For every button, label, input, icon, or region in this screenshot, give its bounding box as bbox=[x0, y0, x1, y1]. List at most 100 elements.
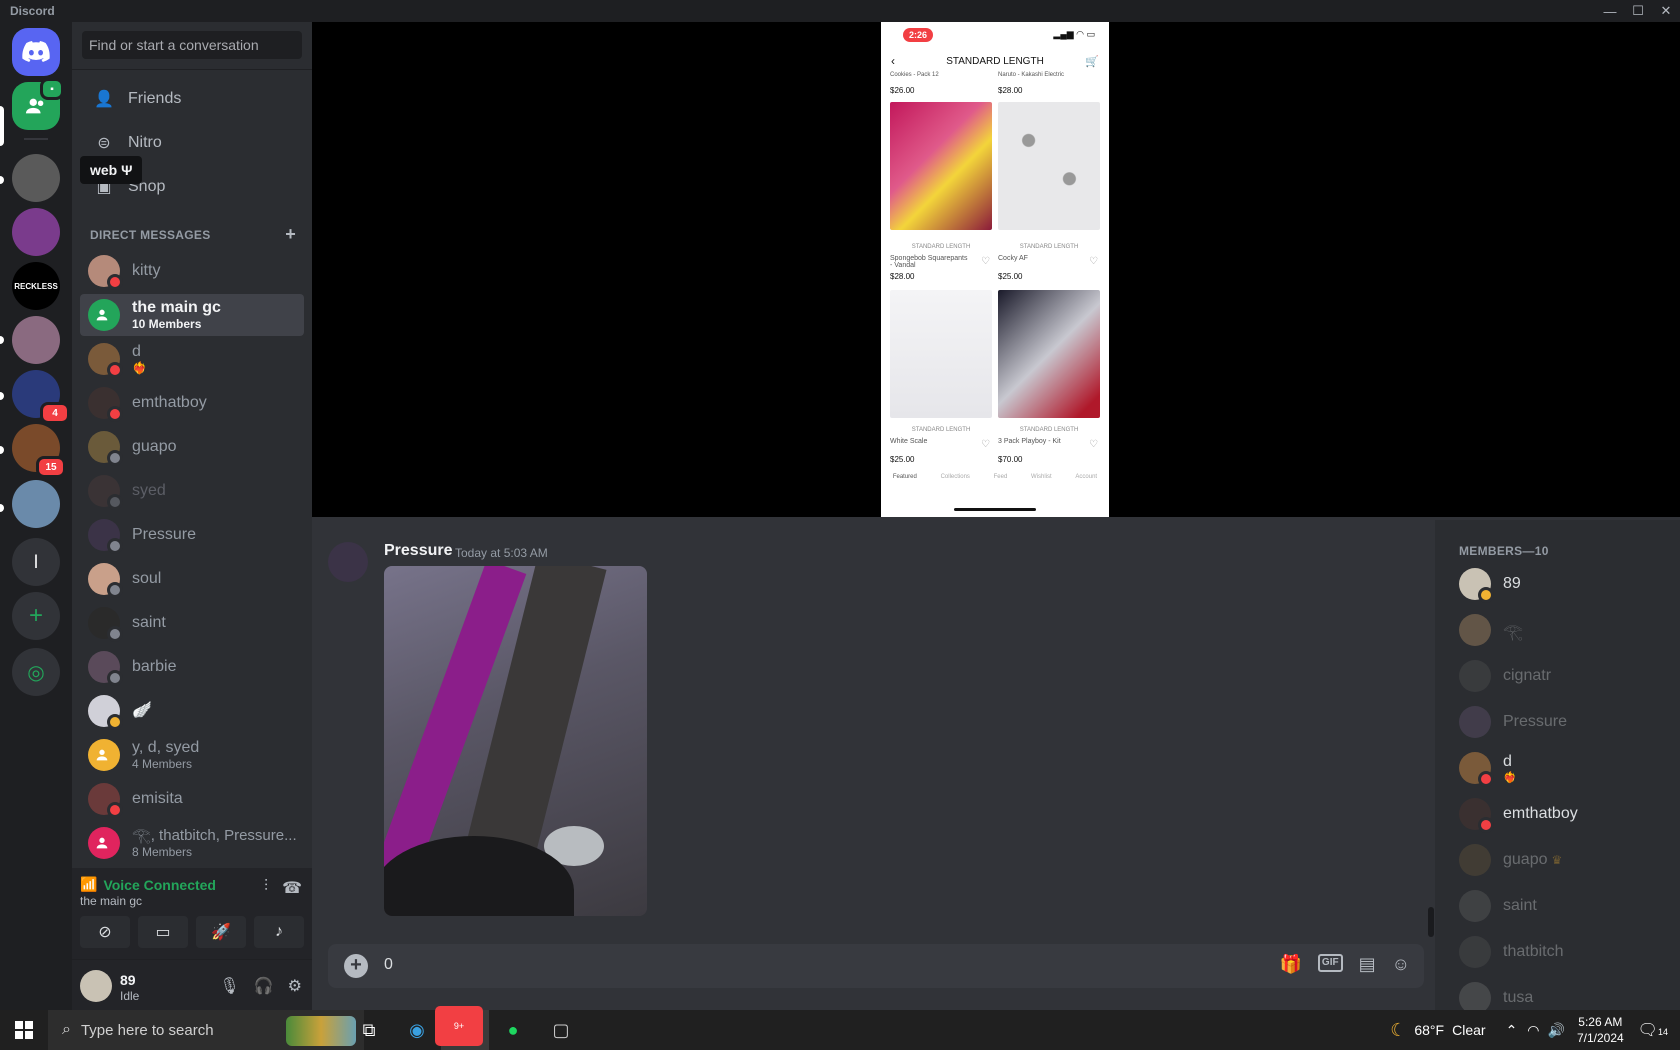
voice-actions: ⫶ ☎ bbox=[264, 878, 302, 898]
close-icon[interactable]: ✕ bbox=[1652, 0, 1680, 22]
search-icon: ⌕ bbox=[62, 1021, 71, 1038]
member-item[interactable]: emthatboy bbox=[1459, 793, 1669, 835]
minimize-icon[interactable]: — bbox=[1596, 0, 1624, 22]
dm-item-saint[interactable]: saint bbox=[80, 602, 304, 644]
app-title: Discord bbox=[10, 4, 55, 18]
status-offline-icon bbox=[107, 450, 123, 466]
dm-item-thatbitch-group[interactable]: 𓂀, thatbitch, Pressure... 8 Members bbox=[80, 822, 304, 864]
sticker-icon[interactable]: ▤ bbox=[1359, 954, 1376, 975]
noise-suppression-icon[interactable]: ⫶ bbox=[264, 878, 268, 898]
activity-icon[interactable]: 🚀 bbox=[196, 916, 246, 948]
user-avatar[interactable] bbox=[80, 970, 112, 1002]
member-item[interactable]: tusa bbox=[1459, 977, 1669, 1010]
server-web[interactable] bbox=[12, 154, 60, 202]
gif-icon[interactable]: GIF bbox=[1317, 954, 1343, 972]
dm-item-emthatboy[interactable]: emthatboy bbox=[80, 382, 304, 424]
emoji-icon[interactable]: ☺ bbox=[1392, 954, 1410, 975]
gift-icon[interactable]: 🎁 bbox=[1280, 954, 1302, 975]
server-reckless[interactable]: RECKLESS bbox=[12, 262, 60, 310]
member-item[interactable]: saint bbox=[1459, 885, 1669, 927]
member-item[interactable]: guapo ♛ bbox=[1459, 839, 1669, 881]
member-item[interactable]: 𓂀 bbox=[1459, 609, 1669, 651]
dm-item-d[interactable]: d ❤️‍🔥 bbox=[80, 338, 304, 380]
dm-item-guapo[interactable]: guapo bbox=[80, 426, 304, 468]
message-input[interactable]: 0 bbox=[384, 956, 393, 974]
voice-status: 📶 Voice Connected bbox=[80, 876, 216, 893]
member-item[interactable]: thatbitch bbox=[1459, 931, 1669, 973]
message-composer[interactable]: + 0 🎁 GIF ▤ ☺ bbox=[328, 944, 1424, 988]
clock[interactable]: 5:26 AM 7/1/2024 bbox=[1577, 1014, 1624, 1046]
user-status: Idle bbox=[120, 989, 140, 1003]
user-name: 89 bbox=[120, 972, 136, 988]
member-item[interactable]: cignatr bbox=[1459, 655, 1669, 697]
camera-off-icon[interactable]: ⊘ bbox=[80, 916, 130, 948]
discord-taskbar-icon[interactable]: ◕9+ bbox=[435, 1006, 489, 1050]
dm-item-soul[interactable]: soul bbox=[80, 558, 304, 600]
chevron-up-icon[interactable]: ⌃ bbox=[1506, 1022, 1518, 1039]
dm-name: kitty bbox=[132, 262, 161, 279]
dm-item-y-d-syed[interactable]: y, d, syed 4 Members bbox=[80, 734, 304, 776]
disconnect-icon[interactable]: ☎ bbox=[282, 878, 302, 898]
add-dm-icon[interactable]: + bbox=[285, 225, 296, 243]
dm-item-kitty[interactable]: kitty bbox=[80, 250, 304, 292]
dm-name: 𓂀, thatbitch, Pressure... bbox=[132, 827, 297, 844]
server-avatar-4[interactable] bbox=[12, 316, 60, 364]
nav-friends[interactable]: 👤 Friends bbox=[80, 78, 304, 120]
member-activity: ❤️‍🔥 bbox=[1503, 771, 1517, 784]
wifi-icon[interactable]: ◠ bbox=[1527, 1022, 1539, 1039]
notifications-icon[interactable]: 🗨14 bbox=[1638, 1020, 1668, 1040]
taskbar-search[interactable]: ⌕ Type here to search bbox=[48, 1010, 364, 1050]
dm-sub: 4 Members bbox=[132, 757, 193, 771]
divider bbox=[72, 69, 312, 70]
avatar bbox=[88, 255, 123, 290]
message-image-attachment[interactable] bbox=[384, 566, 647, 916]
microphone-icon[interactable]: 🎙 bbox=[219, 976, 239, 996]
member-item[interactable]: Pressure bbox=[1459, 701, 1669, 743]
heart-icon: ♡ bbox=[1089, 256, 1098, 267]
product-category: STANDARD LENGTH bbox=[1019, 244, 1079, 250]
weather-widget[interactable]: ☾ 68°F Clear bbox=[1390, 1020, 1485, 1041]
search-input[interactable]: Find or start a conversation bbox=[82, 31, 302, 59]
edge-icon[interactable]: ◉ bbox=[393, 1010, 441, 1050]
add-attachment-icon[interactable]: + bbox=[344, 954, 368, 978]
dm-name: barbie bbox=[132, 658, 177, 675]
member-item[interactable]: d ❤️‍🔥 bbox=[1459, 747, 1669, 789]
soundboard-icon[interactable]: ♪ bbox=[254, 916, 304, 948]
explore-servers-icon[interactable]: ◎ bbox=[12, 648, 60, 696]
chat-scrollbar[interactable] bbox=[1428, 907, 1434, 937]
screen-share-stream[interactable]: 2:26 ▂▄▆ ◠ ▭ ‹ STANDARD LENGTH 🛒 Cookies… bbox=[312, 22, 1680, 517]
windows-start-icon[interactable] bbox=[0, 1010, 48, 1050]
voice-buttons: ⊘ ▭ 🚀 ♪ bbox=[80, 916, 304, 948]
task-view-icon[interactable]: ⧉ bbox=[345, 1010, 393, 1050]
message-author[interactable]: Pressure bbox=[384, 542, 453, 560]
server-badge: 4 bbox=[40, 402, 70, 424]
volume-icon[interactable]: 🔊 bbox=[1548, 1022, 1565, 1039]
app-icon[interactable]: ▢ bbox=[537, 1010, 585, 1050]
avatar bbox=[88, 607, 123, 642]
server-avatar-2[interactable] bbox=[12, 208, 60, 256]
back-chevron-icon: ‹ bbox=[891, 54, 895, 68]
status-offline-icon bbox=[107, 582, 123, 598]
maximize-icon[interactable]: ☐ bbox=[1624, 0, 1652, 22]
dm-item-barbie[interactable]: barbie bbox=[80, 646, 304, 688]
dm-item-the-main-gc[interactable]: the main gc 10 Members bbox=[80, 294, 304, 336]
dm-item-emisita[interactable]: emisita bbox=[80, 778, 304, 820]
discord-home-icon[interactable] bbox=[12, 28, 60, 76]
spotify-icon[interactable]: ● bbox=[489, 1010, 537, 1050]
screen-share-icon[interactable]: ▭ bbox=[138, 916, 188, 948]
headphones-icon[interactable]: 🎧 bbox=[254, 976, 274, 996]
product-image-spongebob bbox=[890, 102, 992, 230]
message-avatar[interactable] bbox=[328, 542, 368, 582]
avatar bbox=[88, 563, 123, 598]
voice-channel[interactable]: the main gc bbox=[80, 894, 142, 908]
member-item[interactable]: 89 bbox=[1459, 563, 1669, 605]
dm-item-syed[interactable]: syed bbox=[80, 470, 304, 512]
server-video[interactable] bbox=[12, 480, 60, 528]
settings-gear-icon[interactable]: ⚙ bbox=[288, 976, 302, 996]
server-letter[interactable]: l bbox=[12, 538, 60, 586]
status-dnd-icon bbox=[107, 802, 123, 818]
dm-item-wings[interactable]: 🪽 bbox=[80, 690, 304, 732]
dm-item-pressure[interactable]: Pressure bbox=[80, 514, 304, 556]
phone-time: 2:26 bbox=[903, 28, 934, 42]
add-server-icon[interactable]: + bbox=[12, 592, 60, 640]
